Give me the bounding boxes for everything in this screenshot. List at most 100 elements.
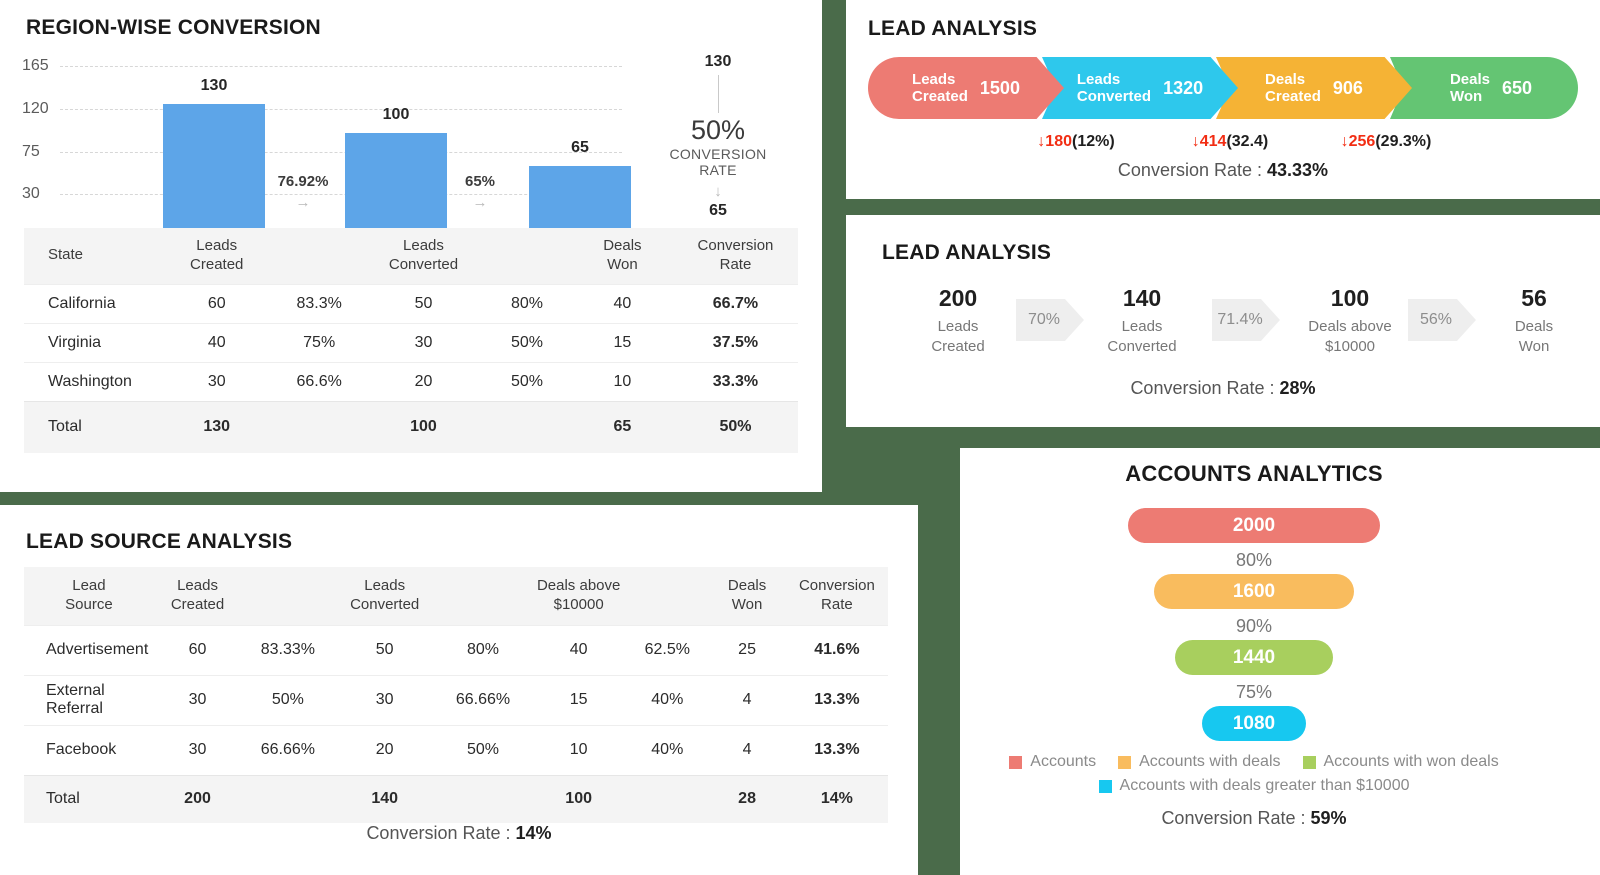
bar-value-label: 100: [382, 105, 410, 123]
step-node: 100 Deals above $10000: [1308, 285, 1391, 356]
annotation-bottom-value: 65: [709, 202, 727, 219]
table-cell: Total: [24, 774, 154, 823]
table-cell: 4: [708, 724, 786, 775]
table-column-header: Conversion Rate: [672, 228, 798, 284]
table-cell: 65: [571, 400, 673, 453]
table-cell: [626, 774, 709, 823]
conversion-rate-value: 14%: [515, 823, 552, 843]
table-cell: 40: [571, 283, 673, 323]
step-connector-chevron: 56%: [1408, 299, 1476, 341]
step-node-value: 140: [1122, 285, 1162, 311]
table-cell: 41.6%: [785, 624, 888, 675]
down-arrow-icon: ↓: [1037, 133, 1046, 150]
step-connector-percent: 56%: [1419, 311, 1453, 328]
table-column-header: Conversion Rate: [785, 567, 888, 625]
funnel-stage[interactable]: Leads Created 1500: [868, 57, 1064, 119]
step-node-label: Leads Converted: [1107, 318, 1177, 355]
step-arrow-icon: →: [295, 194, 311, 211]
table-column-header: [241, 567, 335, 625]
gridline: [60, 108, 622, 110]
step-node-label: Deals above $10000: [1308, 318, 1392, 355]
table-cell: 28: [708, 774, 786, 823]
table-column-header: [482, 228, 572, 284]
region-wise-conversion-panel: REGION-WISE CONVERSION 30 75 120 165 130 100…: [0, 0, 822, 492]
table-cell: 83.33%: [241, 624, 335, 675]
table-header-row: State Leads Created Leads Converted Deals Won C…: [24, 228, 798, 284]
table-cell: Facebook: [24, 724, 154, 775]
step-percentage-label: 65%: [464, 173, 496, 190]
funnel-stage[interactable]: Leads Converted 1320: [1042, 57, 1238, 119]
funnel-stage[interactable]: Deals Won 650: [1390, 57, 1578, 119]
table-column-header: [434, 567, 532, 625]
bar: [163, 104, 265, 228]
table-cell: 13.3%: [785, 724, 888, 775]
table-cell: [434, 774, 532, 823]
accounts-funnel-pill[interactable]: 2000: [1128, 508, 1380, 543]
funnel-drop-amount: 180: [1045, 133, 1073, 150]
dashboard-root: REGION-WISE CONVERSION 30 75 120 165 130 100…: [0, 0, 1600, 875]
table-cell: 40: [531, 624, 627, 675]
accounts-funnel-pill[interactable]: 1440: [1175, 640, 1333, 675]
funnel-drop-percent: (12%): [1072, 133, 1115, 150]
conversion-rate-annotation: 130 50% CONVERSION RATE ↓ 65: [666, 53, 770, 220]
gridline: [60, 66, 622, 67]
table-cell: 40%: [626, 674, 709, 725]
step-node-label: Deals Won: [1514, 318, 1554, 355]
annotation-rate-label: CONVERSION RATE: [669, 146, 767, 178]
legend-item[interactable]: Accounts with deals greater than $10000: [976, 777, 1532, 795]
lead-funnel-chart: Leads Created 1500 Leads Converted 1320 Deals C…: [868, 57, 1578, 119]
table-cell: Advertisement: [24, 624, 154, 675]
step-node-value: 200: [938, 285, 978, 311]
y-axis-tick-label: 30: [22, 185, 40, 203]
funnel-stage[interactable]: Deals Created 906: [1216, 57, 1412, 119]
table-cell: 60: [153, 624, 242, 675]
table-cell: 83.3%: [273, 283, 365, 323]
region-bar-chart: 30 75 120 165 130 100 65 76.92% → 65% → 130 50% …: [0, 53, 822, 228]
table-cell: [273, 400, 365, 453]
legend-label: Accounts with deals greater than $10000: [1119, 777, 1410, 794]
table-column-header: Leads Created: [160, 228, 274, 284]
table-cell: 80%: [434, 624, 532, 675]
table-column-header: State: [24, 228, 160, 284]
accounts-analytics-title: ACCOUNTS ANALYTICS: [1125, 461, 1383, 486]
lead-source-conversion-rate: Conversion Rate : 14%: [0, 823, 918, 844]
conversion-rate-value: 43.33%: [1267, 160, 1329, 180]
step-node-label: Leads Created: [931, 318, 985, 355]
table-cell: 50%: [482, 361, 572, 401]
lead-source-analysis-panel: LEAD SOURCE ANALYSIS Lead Source Leads Crea…: [0, 505, 918, 875]
table-cell: 50: [364, 283, 483, 323]
table-header-row: Lead Source Leads Created Leads Converted Deal…: [24, 567, 888, 625]
legend-item[interactable]: Accounts with deals: [1118, 753, 1281, 771]
table-cell: [482, 400, 572, 453]
legend-swatch: [1118, 755, 1132, 769]
table-cell: 80%: [482, 283, 572, 323]
legend-item[interactable]: Accounts with won deals: [1302, 753, 1499, 771]
bar-value-label: 130: [200, 77, 228, 95]
accounts-funnel-pill[interactable]: 1600: [1154, 574, 1354, 609]
table-cell: 30: [160, 361, 274, 401]
table-row: Virginia 40 75% 30 50% 15 37.5%: [24, 322, 798, 362]
legend-item[interactable]: Accounts: [1009, 753, 1096, 771]
down-arrow-icon: ↓: [1340, 133, 1349, 150]
funnel-drop-indicator: ↓414(32.4): [1192, 133, 1269, 151]
table-cell: 4: [708, 674, 786, 725]
accounts-conversion-rate: Conversion Rate : 59%: [960, 808, 1548, 829]
annotation-top-value: 130: [704, 53, 732, 70]
table-row: Total 200 140 100 28 14%: [24, 774, 888, 823]
table-cell: 13.3%: [785, 674, 888, 725]
accounts-funnel-pill[interactable]: 1080: [1202, 706, 1306, 741]
funnel-drop-indicator: ↓256(29.3%): [1341, 133, 1432, 151]
table-column-header: Deals above $10000: [531, 567, 627, 625]
table-cell: 200: [153, 774, 242, 823]
table-cell: 40: [160, 322, 274, 362]
conversion-rate-value: 59%: [1310, 808, 1347, 828]
funnel-stage-label: Deals Won: [1449, 70, 1490, 105]
legend-label: Accounts: [1030, 753, 1097, 770]
table-row: Facebook 30 66.66% 20 50% 10 40% 4 13.3%: [24, 724, 888, 775]
funnel-stage-label: Leads Converted: [1076, 70, 1152, 105]
table-cell: 66.66%: [241, 724, 335, 775]
table-cell: 33.3%: [672, 361, 798, 401]
step-node: 56 Deals Won: [1515, 285, 1553, 356]
table-column-header: Deals Won: [571, 228, 673, 284]
conversion-rate-value: 28%: [1279, 378, 1316, 398]
